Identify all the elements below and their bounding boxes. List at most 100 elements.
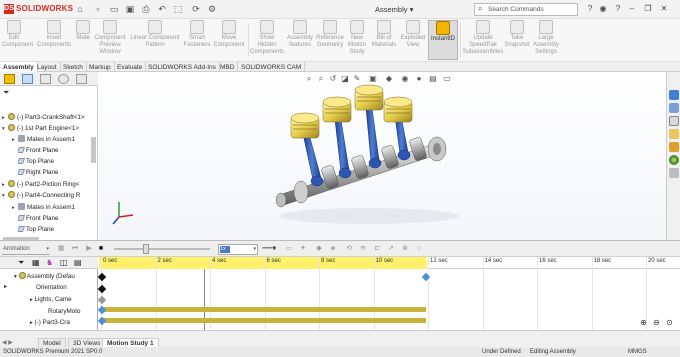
feature-manager-icon[interactable]: [4, 74, 15, 84]
play-from-start-icon[interactable]: ⏮: [70, 244, 80, 254]
restore-icon[interactable]: ❐: [642, 3, 654, 15]
select-icon[interactable]: ⬚: [172, 3, 184, 15]
spring-icon[interactable]: ≋: [358, 244, 368, 254]
minimize-icon[interactable]: –: [626, 3, 638, 15]
linear-pattern-button[interactable]: Linear Component Pattern: [128, 20, 182, 60]
open-icon[interactable]: ▭: [108, 3, 120, 15]
filter-results-icon[interactable]: ▤: [74, 258, 82, 267]
graphics-area[interactable]: ⌕ ⌕ ↺ ◪ ✎ ▣ ◆ ◉ ● ▤ ▭: [99, 72, 666, 240]
filter-animated-icon[interactable]: ▦: [32, 258, 40, 267]
mate-button[interactable]: Mate: [74, 20, 92, 60]
close-icon[interactable]: ✕: [658, 3, 670, 15]
custom-properties-icon[interactable]: [669, 168, 679, 178]
collapse-icon[interactable]: ▾: [2, 191, 8, 201]
exploded-view-button[interactable]: Exploded View: [399, 20, 427, 60]
calculate-icon[interactable]: ▦: [56, 244, 66, 254]
playback-mode-dropdown[interactable]: 1x ▾: [218, 244, 258, 255]
expand-icon[interactable]: ▸: [2, 180, 8, 190]
question-icon[interactable]: ?: [612, 3, 624, 15]
motion-tree-item[interactable]: ▸ Lights, Came: [30, 294, 98, 305]
search-box[interactable]: ⌕ Search Commands: [474, 3, 578, 16]
engine-assembly-model[interactable]: [269, 78, 469, 230]
collapse-icon[interactable]: ▾: [2, 124, 8, 134]
collapse-icon[interactable]: ▾: [14, 274, 17, 280]
tab-scroll-icon[interactable]: ◀ ▶: [2, 339, 13, 346]
dimxpert-icon[interactable]: [58, 74, 69, 84]
rebuild-icon[interactable]: ⟳: [190, 3, 202, 15]
pistons[interactable]: [290, 84, 413, 139]
large-assembly-button[interactable]: Large Assembly Settings: [531, 20, 561, 60]
timeline[interactable]: 0 sec 2 sec 4 sec 6 sec 8 sec 10 sec 12 sec 14 …: [97, 257, 680, 330]
help-icon[interactable]: ?: [584, 3, 596, 15]
expand-icon[interactable]: ▸: [2, 113, 8, 123]
new-motion-study-button[interactable]: New Motion Study: [345, 20, 369, 60]
study-type-dropdown[interactable]: Animation ▾: [2, 244, 50, 255]
play-icon[interactable]: ▶: [84, 244, 94, 254]
property-manager-icon[interactable]: [22, 74, 33, 84]
save-animation-icon[interactable]: ▭: [284, 244, 294, 254]
damper-icon[interactable]: ⊏: [372, 244, 382, 254]
tree-item[interactable]: ▾ (-) 1st Part Engine<1>: [2, 123, 98, 134]
force-icon[interactable]: ↗: [386, 244, 396, 254]
zoom-out-icon[interactable]: ⊖: [653, 318, 660, 327]
home-icon[interactable]: ⌂: [74, 3, 86, 15]
motion-tree-item[interactable]: RotaryMoto: [48, 306, 98, 317]
arrow-right-icon[interactable]: ⟶: [262, 244, 276, 254]
move-component-button[interactable]: Move Component: [211, 20, 247, 60]
reference-geometry-button[interactable]: Reference Geometry: [315, 20, 345, 60]
display-manager-icon[interactable]: [76, 74, 87, 84]
component-preview-button[interactable]: Component Preview Window: [92, 20, 128, 60]
motion-tree-item[interactable]: ▸ (-) Part3-Cra: [30, 317, 98, 328]
playback-slider[interactable]: [114, 248, 210, 250]
tree-item[interactable]: ▾ (-) Part4-Connecting R: [2, 190, 98, 201]
stop-icon[interactable]: ■: [96, 244, 106, 254]
scenes-icon[interactable]: [669, 155, 679, 165]
tree-item[interactable]: ▸ (-) Part2-Piction Ring<: [2, 179, 98, 190]
appearances-icon[interactable]: [669, 142, 679, 152]
expand-icon[interactable]: ▸: [4, 283, 7, 290]
zoom-in-icon[interactable]: ⊕: [640, 318, 647, 327]
configuration-manager-icon[interactable]: [40, 74, 51, 84]
view-palette-icon[interactable]: [669, 129, 679, 139]
filter-selected-icon[interactable]: ◫: [60, 258, 68, 267]
add-key-icon[interactable]: ◈: [328, 244, 338, 254]
solidworks-logo[interactable]: DS SOLIDWORKS: [4, 4, 73, 14]
expand-icon[interactable]: ▸: [30, 297, 33, 303]
filter-icon[interactable]: ⏷: [3, 88, 9, 98]
gravity-icon[interactable]: ○: [414, 244, 424, 254]
edit-component-button[interactable]: Edit Component: [2, 20, 33, 60]
search-input[interactable]: Search Commands: [488, 6, 544, 13]
file-explorer-icon[interactable]: [669, 116, 679, 126]
crankshaft[interactable]: [275, 136, 447, 208]
smart-fasteners-button[interactable]: Smart Fasteners: [183, 20, 211, 60]
bill-of-materials-button[interactable]: Bill of Materials: [371, 20, 397, 60]
instantid-button[interactable]: InstantID: [428, 20, 458, 60]
new-document-icon[interactable]: ▫: [92, 3, 104, 15]
contact-icon[interactable]: ⊗: [400, 244, 410, 254]
vertical-scrollbar[interactable]: [91, 137, 96, 163]
design-library-icon[interactable]: [669, 103, 679, 113]
playback-slider-thumb[interactable]: [143, 244, 149, 254]
motion-tree-item[interactable]: Orientation: [36, 282, 98, 293]
tree-item[interactable]: ▸ (-) Part3-CrankShaft<1>: [2, 112, 98, 123]
motor-timeline-bar[interactable]: [101, 307, 426, 312]
insert-components-button[interactable]: Insert Components: [35, 20, 73, 60]
user-icon[interactable]: ◉: [597, 3, 609, 15]
show-hidden-button[interactable]: Show Hidden Components: [250, 20, 284, 60]
filter-icon[interactable]: ⏷: [18, 258, 24, 268]
units-status[interactable]: MMGS: [628, 347, 647, 357]
print-icon[interactable]: ⎙: [140, 3, 152, 15]
motion-tree-item[interactable]: ▾ Assembly (Defau: [14, 271, 98, 282]
expand-icon[interactable]: ▸: [30, 320, 33, 326]
part-timeline-bar[interactable]: [101, 318, 426, 323]
resources-icon[interactable]: [669, 90, 679, 100]
tree-item[interactable]: ▸ Mates in Assem1: [12, 202, 108, 213]
update-speedpak-button[interactable]: Update SpeedPak Subassemblies: [462, 20, 504, 60]
options-icon[interactable]: ⚙: [206, 3, 218, 15]
autokey-icon[interactable]: ◆: [314, 244, 324, 254]
save-icon[interactable]: ▣: [124, 3, 136, 15]
animation-wizard-icon[interactable]: ✦: [298, 244, 308, 254]
assembly-features-button[interactable]: Assembly features: [286, 20, 314, 60]
filter-driving-icon[interactable]: ♞: [46, 258, 53, 267]
take-snapshot-button[interactable]: Take Snapshot: [504, 20, 530, 60]
